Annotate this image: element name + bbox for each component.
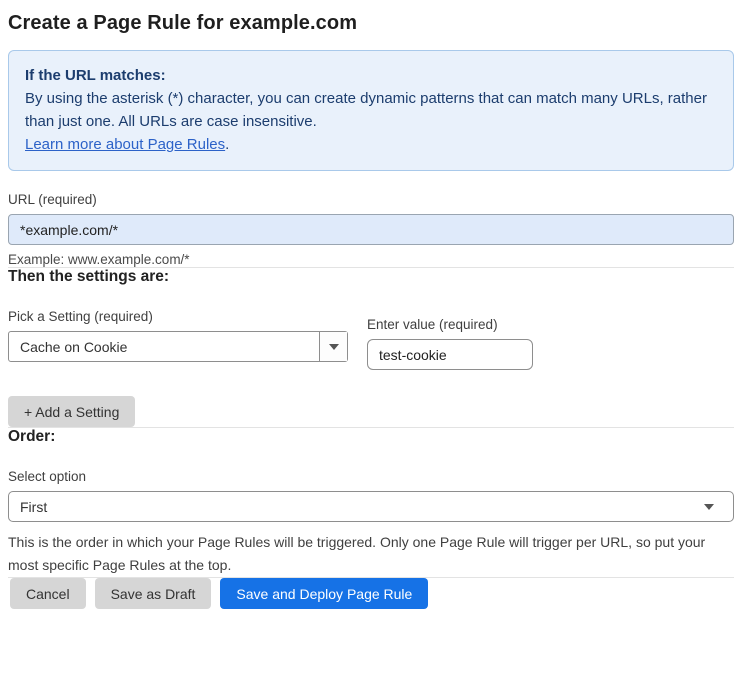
setting-select-value: Cache on Cookie — [20, 338, 128, 355]
add-setting-button[interactable]: + Add a Setting — [8, 396, 136, 427]
url-field-label: URL (required) — [8, 192, 97, 207]
order-helper-text: This is the order in which your Page Rul… — [8, 534, 706, 573]
chevron-down-icon — [704, 503, 714, 510]
info-box-body: By using the asterisk (*) character, you… — [25, 90, 707, 130]
setting-select-arrow-button[interactable] — [319, 332, 347, 361]
url-match-info-box: If the URL matches: By using the asteris… — [8, 50, 734, 171]
order-section-heading: Order: — [8, 428, 56, 445]
create-page-rule-form: Create a Page Rule for example.com If th… — [0, 0, 750, 609]
order-select-label: Select option — [8, 469, 87, 484]
setting-row: Pick a Setting (required) Cache on Cooki… — [8, 309, 734, 370]
save-as-draft-button[interactable]: Save as Draft — [94, 578, 212, 609]
url-example-helper: Example: www.example.com/* — [8, 252, 190, 267]
info-box-heading: If the URL matches: — [25, 67, 166, 84]
setting-value-input[interactable] — [367, 339, 533, 370]
setting-select-label: Pick a Setting (required) — [8, 309, 153, 324]
page-title: Create a Page Rule for example.com — [8, 12, 358, 34]
learn-more-link[interactable]: Learn more about Page Rules — [25, 136, 225, 153]
link-suffix: . — [225, 136, 230, 153]
url-input[interactable] — [8, 214, 734, 245]
settings-section-heading: Then the settings are: — [8, 268, 170, 285]
setting-select-column: Pick a Setting (required) Cache on Cooki… — [8, 309, 348, 362]
cancel-button[interactable]: Cancel — [10, 578, 86, 609]
order-select-value: First — [20, 498, 48, 515]
setting-select[interactable]: Cache on Cookie — [8, 331, 348, 362]
setting-value-label: Enter value (required) — [367, 317, 498, 332]
info-box-link-line: Learn more about Page Rules. — [25, 133, 717, 156]
chevron-down-icon — [328, 343, 339, 350]
footer-button-row: Cancel Save as Draft Save and Deploy Pag… — [8, 578, 734, 609]
setting-value-column: Enter value (required) — [367, 317, 533, 370]
order-select[interactable]: First — [8, 491, 734, 522]
save-and-deploy-button[interactable]: Save and Deploy Page Rule — [220, 578, 429, 609]
